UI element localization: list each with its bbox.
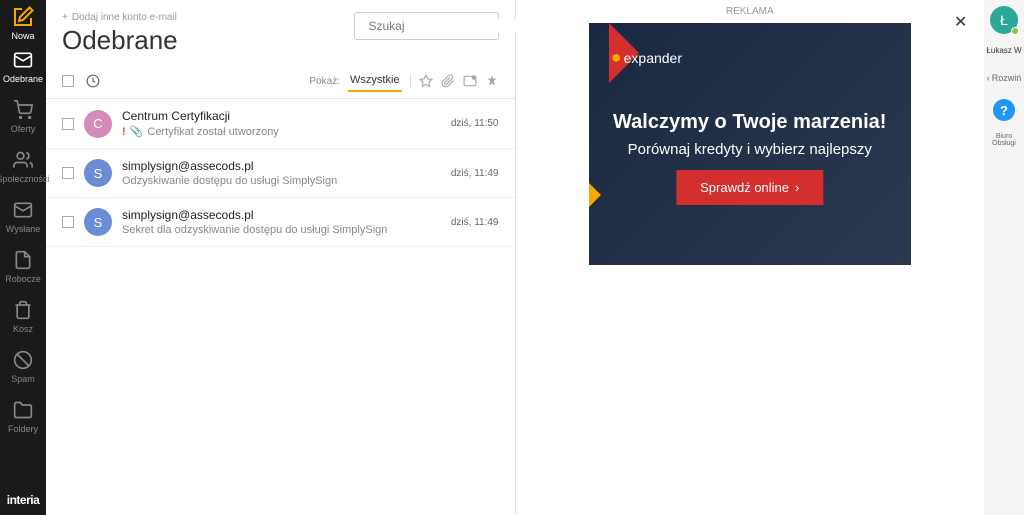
email-subject-text: Certyfikat został utworzony bbox=[147, 126, 278, 138]
email-time: dziś, 11:49 bbox=[451, 217, 499, 228]
star-filter-icon[interactable] bbox=[419, 74, 433, 88]
sidebar-item-social[interactable]: Społeczności bbox=[0, 142, 46, 192]
sidebar-item-inbox[interactable]: Odebrane bbox=[0, 42, 46, 92]
email-sender: simplysign@assecods.pl bbox=[122, 208, 441, 222]
main-column: + Dodaj inne konto e-mail Odebrane Pokaż… bbox=[46, 0, 516, 515]
chevron-right-icon: › bbox=[795, 180, 799, 195]
add-account-label: Dodaj inne konto e-mail bbox=[72, 12, 177, 23]
ad-brand: ●expander bbox=[611, 47, 682, 68]
sidebar-item-label: Robocze bbox=[5, 274, 41, 284]
select-all-checkbox[interactable] bbox=[62, 75, 74, 87]
sidebar-item-drafts[interactable]: Robocze bbox=[0, 242, 46, 292]
content-area: ✕ REKLAMA ●expander Walczymy o Twoje mar… bbox=[516, 0, 985, 515]
email-checkbox[interactable] bbox=[62, 216, 74, 228]
email-sender: Centrum Certyfikacji bbox=[122, 109, 441, 123]
compose-button[interactable]: Nowa bbox=[4, 4, 42, 42]
sent-icon bbox=[13, 200, 33, 220]
sidebar: Nowa Odebrane Oferty Społeczności Wysłan… bbox=[0, 0, 46, 515]
add-account-link[interactable]: + Dodaj inne konto e-mail bbox=[62, 12, 338, 23]
help-button[interactable]: ? bbox=[993, 99, 1015, 121]
help-label: Biuro Obsługi bbox=[984, 133, 1024, 147]
user-initial: Ł bbox=[1000, 12, 1008, 28]
plus-icon: + bbox=[62, 12, 68, 23]
email-time: dziś, 11:49 bbox=[451, 168, 499, 179]
compose-label: Nowa bbox=[11, 31, 34, 41]
avatar: S bbox=[84, 208, 112, 236]
spam-icon bbox=[13, 350, 33, 370]
attachment-icon: 📎 bbox=[130, 125, 144, 138]
filter-tab-all[interactable]: Wszystkie bbox=[348, 70, 402, 92]
offers-icon bbox=[13, 100, 33, 120]
email-row[interactable]: C Centrum Certyfikacji ! 📎 Certyfikat zo… bbox=[46, 99, 515, 149]
status-indicator bbox=[1011, 27, 1019, 35]
sidebar-item-label: Oferty bbox=[11, 124, 36, 134]
search-input[interactable] bbox=[369, 19, 524, 33]
filter-bar: Pokaż: Wszystkie bbox=[46, 64, 515, 99]
sidebar-item-trash[interactable]: Kosz bbox=[0, 292, 46, 342]
sidebar-item-offers[interactable]: Oferty bbox=[0, 92, 46, 142]
pin-filter-icon[interactable] bbox=[485, 74, 499, 88]
ad-close-button[interactable]: ✕ bbox=[954, 12, 970, 28]
email-subject: Sekret dla odzyskiwanie dostępu do usług… bbox=[122, 224, 441, 236]
ad-title: Walczymy o Twoje marzenia! bbox=[589, 111, 911, 134]
email-row[interactable]: S simplysign@assecods.pl Odzyskiwanie do… bbox=[46, 149, 515, 198]
sidebar-item-label: Spam bbox=[11, 374, 35, 384]
email-checkbox[interactable] bbox=[62, 167, 74, 179]
email-sender: simplysign@assecods.pl bbox=[122, 159, 441, 173]
ad-label: REKLAMA bbox=[726, 0, 774, 23]
inbox-icon bbox=[13, 50, 33, 70]
ad-brand-text: expander bbox=[624, 50, 682, 66]
user-name: Łukasz W bbox=[986, 46, 1021, 55]
snooze-icon[interactable] bbox=[86, 74, 100, 88]
email-list: C Centrum Certyfikacji ! 📎 Certyfikat zo… bbox=[46, 99, 515, 515]
expand-label: Rozwiń bbox=[992, 73, 1022, 83]
filter-show-label: Pokaż: bbox=[309, 76, 340, 87]
trash-icon bbox=[13, 300, 33, 320]
email-row[interactable]: S simplysign@assecods.pl Sekret dla odzy… bbox=[46, 198, 515, 247]
chevron-yellow-icon bbox=[589, 173, 601, 217]
sidebar-item-label: Foldery bbox=[8, 424, 38, 434]
ad-cta-label: Sprawdź online bbox=[700, 180, 789, 195]
sidebar-item-sent[interactable]: Wysłane bbox=[0, 192, 46, 242]
sidebar-item-spam[interactable]: Spam bbox=[0, 342, 46, 392]
priority-icon: ! bbox=[122, 126, 126, 138]
sidebar-brand[interactable]: interia bbox=[7, 485, 40, 515]
header: + Dodaj inne konto e-mail Odebrane bbox=[46, 0, 515, 64]
ad-banner[interactable]: ●expander Walczymy o Twoje marzenia! Por… bbox=[589, 23, 911, 265]
folders-icon bbox=[13, 400, 33, 420]
email-subject: ! 📎 Certyfikat został utworzony bbox=[122, 125, 441, 138]
avatar: S bbox=[84, 159, 112, 187]
attachment-filter-icon[interactable] bbox=[441, 74, 455, 88]
sidebar-item-label: Społeczności bbox=[0, 174, 50, 184]
ad-cta-button[interactable]: Sprawdź online › bbox=[676, 170, 823, 205]
avatar: C bbox=[84, 110, 112, 138]
sidebar-item-label: Wysłane bbox=[6, 224, 40, 234]
email-subject: Odzyskiwanie dostępu do usługi SimplySig… bbox=[122, 175, 441, 187]
user-avatar[interactable]: Ł bbox=[990, 6, 1018, 34]
email-time: dziś, 11:50 bbox=[451, 118, 499, 129]
page-title: Odebrane bbox=[62, 25, 338, 56]
expand-panel-button[interactable]: ‹ Rozwiń bbox=[987, 73, 1022, 83]
compose-icon bbox=[11, 5, 35, 29]
chevron-left-icon: ‹ bbox=[987, 73, 990, 83]
right-panel: Ł Łukasz W ‹ Rozwiń ? Biuro Obsługi bbox=[984, 0, 1024, 515]
sidebar-item-label: Odebrane bbox=[3, 74, 43, 84]
unread-filter-icon[interactable] bbox=[463, 74, 477, 88]
sidebar-item-folders[interactable]: Foldery bbox=[0, 392, 46, 442]
drafts-icon bbox=[13, 250, 33, 270]
sidebar-item-label: Kosz bbox=[13, 324, 33, 334]
search-box[interactable] bbox=[354, 12, 499, 40]
email-checkbox[interactable] bbox=[62, 118, 74, 130]
ad-subtitle: Porównaj kredyty i wybierz najlepszy bbox=[589, 141, 911, 158]
social-icon bbox=[13, 150, 33, 170]
